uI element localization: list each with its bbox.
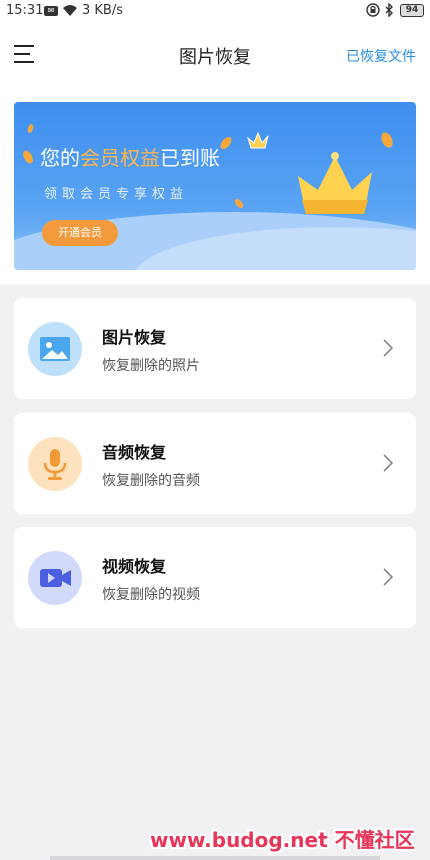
banner-headline-part: 您的 xyxy=(40,146,80,170)
leaf-decoration-icon xyxy=(26,123,35,134)
banner-headline-highlight: 会员权益 xyxy=(80,146,160,170)
banner-subtitle: 领取会员专享权益 xyxy=(44,187,189,202)
card-description: 恢复删除的照片 xyxy=(102,358,200,374)
card-title: 图片恢复 xyxy=(102,328,167,347)
vip-banner[interactable]: 您的会员权益已到账 领取会员专享权益 开通会员 xyxy=(14,102,416,270)
video-camera-icon xyxy=(28,551,82,605)
lock-icon xyxy=(366,3,380,21)
network-speed: 3 KB/s xyxy=(82,3,123,18)
menu-icon[interactable] xyxy=(14,45,34,63)
leaf-decoration-icon xyxy=(233,197,245,210)
message-icon: ✉ xyxy=(44,6,58,16)
card-description: 恢复删除的音频 xyxy=(102,473,200,489)
card-title: 视频恢复 xyxy=(102,557,167,576)
chevron-right-icon xyxy=(383,568,394,586)
status-bar: 15:31 ✉ 3 KB/s 94 xyxy=(0,0,430,22)
image-recovery-card[interactable]: 图片恢复 恢复删除的照片 xyxy=(14,298,416,399)
microphone-icon xyxy=(28,437,82,491)
wifi-icon xyxy=(62,3,78,21)
audio-recovery-card[interactable]: 音频恢复 恢复删除的音频 xyxy=(14,413,416,514)
video-recovery-card[interactable]: 视频恢复 恢复删除的视频 xyxy=(14,527,416,628)
leaf-decoration-icon xyxy=(218,135,234,151)
restored-files-link[interactable]: 已恢复文件 xyxy=(346,46,416,66)
open-vip-button[interactable]: 开通会员 xyxy=(42,220,118,246)
leaf-decoration-icon xyxy=(379,130,395,150)
banner-headline-part: 已到账 xyxy=(160,146,220,170)
app-header: 图片恢复 已恢复文件 xyxy=(0,30,430,80)
card-title: 音频恢复 xyxy=(102,443,167,462)
card-description: 恢复删除的视频 xyxy=(102,587,200,603)
leaf-decoration-icon xyxy=(21,148,35,166)
chevron-right-icon xyxy=(383,339,394,357)
battery-indicator: 94 xyxy=(400,4,424,17)
small-crown-icon xyxy=(247,131,269,149)
status-time: 15:31 xyxy=(6,3,44,18)
crown-icon xyxy=(298,152,372,214)
navigation-bar-indicator xyxy=(50,856,380,860)
chevron-right-icon xyxy=(383,454,394,472)
banner-headline: 您的会员权益已到账 xyxy=(40,142,220,171)
image-icon xyxy=(28,322,82,376)
bluetooth-icon xyxy=(383,2,395,21)
watermark: www.budog.net 不懂社区 xyxy=(150,828,415,852)
